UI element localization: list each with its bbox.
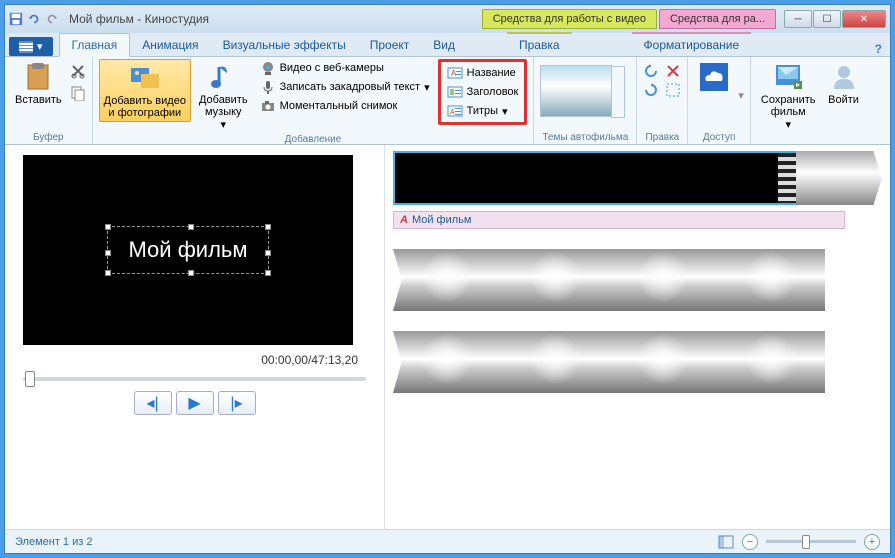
delete-icon[interactable] xyxy=(665,63,681,79)
tab-animation[interactable]: Анимация xyxy=(130,34,210,56)
skydrive-button[interactable] xyxy=(694,59,734,95)
zoom-in-button[interactable]: + xyxy=(864,534,880,550)
group-access: Доступ xyxy=(694,131,744,144)
rotate-right-icon[interactable] xyxy=(643,82,659,98)
file-menu-button[interactable]: ▾ xyxy=(9,37,53,56)
group-automovie: Темы автофильма xyxy=(540,131,630,144)
ribbon: Вставить Буфер Добавить видео и фотограф… xyxy=(5,57,890,145)
help-icon[interactable]: ? xyxy=(875,42,882,56)
copy-icon[interactable] xyxy=(70,85,86,101)
video-clip-row[interactable] xyxy=(393,331,882,393)
tab-edit[interactable]: Правка xyxy=(507,32,572,56)
credits-button[interactable]: AТитры ▾ xyxy=(443,102,523,120)
preview-title-text[interactable]: Мой фильм xyxy=(128,237,247,263)
tab-effects[interactable]: Визуальные эффекты xyxy=(211,34,358,56)
preview-monitor: Мой фильм xyxy=(23,155,353,345)
tab-format[interactable]: Форматирование xyxy=(632,32,752,56)
svg-text:A: A xyxy=(450,109,455,116)
title-clip[interactable] xyxy=(393,151,798,205)
titlebar: Мой фильм - Киностудия Средства для рабо… xyxy=(5,5,890,33)
seek-slider[interactable] xyxy=(23,377,366,381)
save-movie-button[interactable]: Сохранить фильм▾ xyxy=(757,59,820,133)
prev-frame-button[interactable]: ◂| xyxy=(134,391,172,415)
preview-pane: Мой фильм 00:00,00/47:13,20 ◂| ▶ |▸ xyxy=(5,145,385,529)
svg-text:A: A xyxy=(451,69,457,78)
statusbar: Элемент 1 из 2 − + xyxy=(5,529,890,553)
play-button[interactable]: ▶ xyxy=(176,391,214,415)
caption-button[interactable]: Заголовок xyxy=(443,83,523,101)
ribbon-tabs: ▾ Главная Анимация Визуальные эффекты Пр… xyxy=(5,33,890,57)
webcam-button[interactable]: Видео с веб-камеры xyxy=(256,59,434,77)
maximize-button[interactable]: ☐ xyxy=(813,10,841,28)
tab-project[interactable]: Проект xyxy=(358,34,422,56)
title-clip-label[interactable]: A Мой фильм xyxy=(393,211,845,229)
redo-icon[interactable] xyxy=(45,12,59,26)
zoom-out-button[interactable]: − xyxy=(742,534,758,550)
tab-home[interactable]: Главная xyxy=(59,33,131,57)
snapshot-button[interactable]: Моментальный снимок xyxy=(256,97,434,115)
group-buffer: Буфер xyxy=(11,131,86,144)
undo-icon[interactable] xyxy=(27,12,41,26)
app-window: Мой фильм - Киностудия Средства для рабо… xyxy=(4,4,891,554)
group-edit: Правка xyxy=(643,131,681,144)
cut-icon[interactable] xyxy=(70,63,86,79)
next-frame-button[interactable]: |▸ xyxy=(218,391,256,415)
timecode: 00:00,00/47:13,20 xyxy=(23,353,358,367)
view-mode-icon[interactable] xyxy=(718,535,734,549)
context-tab-video[interactable]: Средства для работы с видео xyxy=(482,9,657,29)
context-tab-text[interactable]: Средства для ра... xyxy=(659,9,776,29)
zoom-slider[interactable] xyxy=(766,540,856,543)
window-title: Мой фильм - Киностудия xyxy=(69,12,209,26)
timeline-pane[interactable]: A Мой фильм xyxy=(385,145,890,529)
narration-button[interactable]: Записать закадровый текст ▾ xyxy=(256,78,434,96)
highlighted-text-group: AНазвание Заголовок AТитры ▾ xyxy=(438,59,528,125)
minimize-button[interactable]: ─ xyxy=(784,10,812,28)
workspace: Мой фильм 00:00,00/47:13,20 ◂| ▶ |▸ A Мо… xyxy=(5,145,890,529)
video-clip-row[interactable] xyxy=(393,249,882,311)
rotate-left-icon[interactable] xyxy=(643,63,659,79)
status-text: Элемент 1 из 2 xyxy=(15,536,92,548)
save-icon[interactable] xyxy=(9,12,23,26)
title-text-box[interactable]: Мой фильм xyxy=(107,226,268,274)
paste-button[interactable]: Вставить xyxy=(11,59,66,108)
automovie-gallery[interactable] xyxy=(540,65,612,117)
signin-button[interactable]: Войти xyxy=(824,59,864,108)
add-music-button[interactable]: Добавить музыку▾ xyxy=(195,59,252,133)
add-media-button[interactable]: Добавить видео и фотографии xyxy=(99,59,191,122)
tab-view[interactable]: Вид xyxy=(421,34,467,56)
title-button[interactable]: AНазвание xyxy=(443,64,523,82)
video-thumb[interactable] xyxy=(796,151,882,205)
close-button[interactable]: ✕ xyxy=(842,10,886,28)
select-all-icon[interactable] xyxy=(665,82,681,98)
